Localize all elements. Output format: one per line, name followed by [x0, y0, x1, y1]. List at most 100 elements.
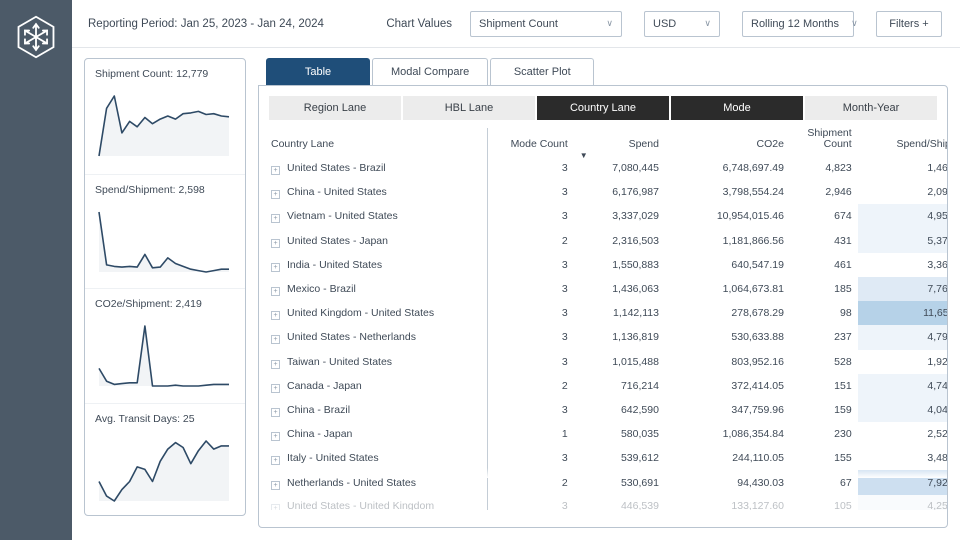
expand-icon[interactable]: + — [271, 360, 280, 369]
kpi-item: Spend/Shipment: 2,598 — [85, 174, 245, 289]
expand-icon[interactable]: + — [271, 263, 280, 272]
cell-country-lane[interactable]: +Canada - Japan — [269, 374, 488, 398]
col-mode-count[interactable]: Mode Count — [488, 128, 574, 156]
col-label: Spend/Shipment — [896, 138, 947, 150]
cell-country-lane[interactable]: +United Kingdom - United States — [269, 301, 488, 325]
main-column: Reporting Period: Jan 25, 2023 - Jan 24,… — [72, 0, 960, 540]
table-row[interactable]: +Mexico - Brazil31,436,0631,064,673.8118… — [269, 277, 947, 301]
dimension-country-lane[interactable]: Country Lane — [537, 96, 671, 120]
cell-spend-per-shipment: 3,364.170 — [858, 253, 947, 277]
col-label-line: Count — [796, 139, 852, 150]
cell-country-lane[interactable]: + Italy - United States — [269, 446, 488, 470]
col-shipment-count[interactable]: ShipmentCount — [790, 128, 858, 156]
table-row[interactable]: +China - United States36,176,9873,798,55… — [269, 180, 947, 204]
expand-icon[interactable]: + — [271, 504, 280, 510]
expand-icon[interactable]: + — [271, 432, 280, 441]
filters-button[interactable]: Filters + — [876, 11, 942, 37]
expand-icon[interactable]: + — [271, 408, 280, 417]
expand-icon[interactable]: + — [271, 335, 280, 344]
cell-spend-per-shipment: 3,481.367 — [858, 446, 947, 470]
table-row[interactable]: +United Kingdom - United States31,142,11… — [269, 301, 947, 325]
cell-spend-per-shipment: 1,468.058 — [858, 156, 947, 180]
table-row[interactable]: +China - Brazil3642,590347,759.961594,04… — [269, 398, 947, 422]
cell-spend: 2,316,503 — [574, 229, 665, 253]
dimension-selector-bar: Region LaneHBL LaneCountry LaneModeMonth… — [269, 96, 937, 120]
cell-country-lane[interactable]: + China - Brazil — [269, 398, 488, 422]
table-row[interactable]: +United States - Netherlands31,136,81953… — [269, 325, 947, 349]
table-row[interactable]: +Canada - Japan2716,214372,414.051514,74… — [269, 374, 947, 398]
cell-mode-count: 3 — [488, 180, 574, 204]
cell-country-lane[interactable]: + Netherlands - United States — [269, 470, 488, 494]
expand-icon[interactable]: + — [271, 287, 280, 296]
header-row: Country LaneMode CountSpend▼CO2eShipment… — [269, 128, 947, 156]
cell-mode-count: 3 — [488, 301, 574, 325]
expand-icon[interactable]: + — [271, 166, 280, 175]
cell-co2e: 278,678.29 — [665, 301, 790, 325]
col-spend-per-shipment[interactable]: Spend/Shipment — [858, 128, 947, 156]
cell-country-lane[interactable]: +Vietnam - United States — [269, 204, 488, 228]
lane-label: China - Japan — [287, 428, 352, 440]
body-area: Shipment Count: 12,779 Spend/Shipment: 2,… — [72, 48, 960, 540]
chevron-down-icon: ∨ — [606, 19, 613, 28]
cell-spend: 1,136,819 — [574, 325, 665, 349]
chart-values-select[interactable]: Shipment Count ∨ — [470, 11, 622, 37]
tab-table[interactable]: Table — [266, 58, 370, 85]
expand-icon[interactable]: + — [271, 384, 280, 393]
table-scroll-region[interactable]: Country LaneMode CountSpend▼CO2eShipment… — [259, 128, 947, 510]
col-spend[interactable]: Spend▼ — [574, 128, 665, 156]
expand-icon[interactable]: + — [271, 456, 280, 465]
col-country-lane[interactable]: Country Lane — [269, 128, 488, 156]
cell-country-lane[interactable]: + China - Japan — [269, 422, 488, 446]
chart-values-label: Chart Values — [386, 18, 452, 30]
expand-icon[interactable]: + — [271, 239, 280, 248]
table-row[interactable]: +United States - Brazil37,080,4456,748,6… — [269, 156, 947, 180]
dimension-region-lane[interactable]: Region Lane — [269, 96, 403, 120]
lane-label: Italy - United States — [287, 452, 379, 464]
table-row[interactable]: +Taiwan - United States31,015,488803,952… — [269, 350, 947, 374]
kpi-title: Shipment Count: 12,779 — [95, 68, 235, 80]
date-range-select[interactable]: Rolling 12 Months ∨ — [742, 11, 854, 37]
table-row[interactable]: +Italy - United States3539,612244,110.05… — [269, 446, 947, 470]
table-row[interactable]: +United States - Japan22,316,5031,181,86… — [269, 229, 947, 253]
cell-country-lane[interactable]: + India - United States — [269, 253, 488, 277]
expand-icon[interactable]: + — [271, 481, 280, 490]
left-nav-rail — [0, 0, 72, 540]
table-row[interactable]: +Vietnam - United States33,337,02910,954… — [269, 204, 947, 228]
table-row[interactable]: +United States - United Kingdom3446,5391… — [269, 495, 947, 510]
cell-co2e: 133,127.60 — [665, 495, 790, 510]
cell-shipment-count: 461 — [790, 253, 858, 277]
cell-country-lane[interactable]: +Mexico - Brazil — [269, 277, 488, 301]
table-row[interactable]: +India - United States31,550,883640,547.… — [269, 253, 947, 277]
cell-spend-per-shipment: 5,374.718 — [858, 229, 947, 253]
expand-icon[interactable]: + — [271, 311, 280, 320]
dimension-hbl-lane[interactable]: HBL Lane — [403, 96, 537, 120]
cell-mode-count: 3 — [488, 156, 574, 180]
lane-label: India - United States — [287, 259, 382, 271]
expand-icon[interactable]: + — [271, 214, 280, 223]
cell-country-lane[interactable]: +United States - Brazil — [269, 156, 488, 180]
lane-label: China - Brazil — [287, 404, 350, 416]
currency-select[interactable]: USD ∨ — [644, 11, 720, 37]
cell-country-lane[interactable]: +United States - Japan — [269, 229, 488, 253]
dimension-month-year[interactable]: Month-Year — [805, 96, 937, 120]
lane-label: Netherlands - United States — [287, 477, 416, 489]
expand-icon[interactable]: + — [271, 190, 280, 199]
cell-country-lane[interactable]: +China - United States — [269, 180, 488, 204]
cell-shipment-count: 185 — [790, 277, 858, 301]
dimension-mode[interactable]: Mode — [671, 96, 805, 120]
cell-spend-per-shipment: 7,762.501 — [858, 277, 947, 301]
cell-co2e: 372,414.05 — [665, 374, 790, 398]
cell-spend: 3,337,029 — [574, 204, 665, 228]
cell-country-lane[interactable]: +United States - United Kingdom — [269, 495, 488, 510]
chevron-down-icon: ∨ — [704, 19, 711, 28]
lane-metrics-table: Country LaneMode CountSpend▼CO2eShipment… — [269, 128, 947, 510]
tab-scatter-plot[interactable]: Scatter Plot — [490, 58, 594, 85]
cell-country-lane[interactable]: +United States - Netherlands — [269, 325, 488, 349]
cell-spend: 580,035 — [574, 422, 665, 446]
table-row[interactable]: +China - Japan1580,0351,086,354.842302,5… — [269, 422, 947, 446]
tab-modal-compare[interactable]: Modal Compare — [372, 58, 488, 85]
table-row[interactable]: +Netherlands - United States2530,69194,4… — [269, 470, 947, 494]
cell-country-lane[interactable]: +Taiwan - United States — [269, 350, 488, 374]
col-co2e[interactable]: CO2e — [665, 128, 790, 156]
cell-mode-count: 2 — [488, 374, 574, 398]
